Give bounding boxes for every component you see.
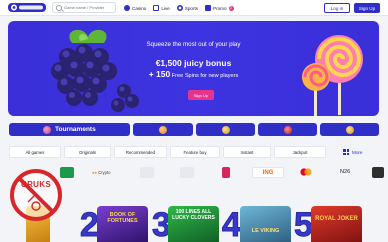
game-title-3: 100 LINES ALL LUCKY CLOVERS	[172, 209, 215, 221]
live-icon	[153, 5, 160, 11]
tournament-tile-1[interactable]	[133, 123, 193, 136]
tournaments-label: Tournaments	[55, 126, 96, 133]
site-logo[interactable]	[8, 2, 46, 13]
game-title-5: ROYAL JOKER	[315, 216, 358, 222]
more-label: More	[352, 149, 363, 155]
tab-instant[interactable]: Instant	[223, 146, 271, 158]
tab-feature-buy[interactable]: Feature buy	[170, 146, 220, 158]
tournament-tile-2[interactable]	[196, 123, 255, 136]
nav-promo-label: Promo	[213, 5, 227, 11]
nav-live[interactable]: Live	[153, 5, 170, 11]
crypto-logo: ●● Crypto	[92, 166, 110, 178]
sports-icon	[176, 5, 183, 11]
casino-icon	[124, 5, 130, 11]
mastercard-logo	[300, 166, 312, 178]
promo-icon	[205, 5, 212, 11]
hero-signup-button[interactable]: Sign Up	[188, 90, 214, 100]
search-input[interactable]	[64, 5, 116, 10]
nav-casino-label: Casino	[132, 5, 147, 11]
game-tile-2[interactable]: BOOK OF FORTUNES	[97, 206, 148, 242]
tab-recommended[interactable]: Recommended	[114, 146, 167, 158]
hero-spins-text: Free Spins for new players	[170, 73, 239, 79]
search-box[interactable]	[52, 2, 116, 13]
orange-promo-icon	[159, 125, 167, 134]
logo-mark	[8, 3, 46, 12]
mastercard-icon	[300, 168, 312, 176]
hero-bonus: €1,500 juicy bonus	[155, 58, 232, 68]
hero-spins-count: + 150	[148, 69, 171, 79]
top-bar: Casino Live Sports Promo 2 Log in Sign U…	[0, 0, 388, 16]
nav-casino[interactable]: Casino	[124, 5, 146, 11]
game-tile-3[interactable]: 100 LINES ALL LUCKY CLOVERS	[168, 206, 219, 242]
game-title-4: LE VIKING	[251, 228, 280, 234]
gold-promo-icon	[345, 125, 354, 134]
ing-logo: ING	[252, 167, 284, 178]
cruks-label: CRUKS	[21, 180, 51, 189]
nav-promo[interactable]: Promo 2	[205, 5, 234, 11]
promo-count-badge: 2	[228, 5, 234, 11]
n26-label: N26	[340, 169, 351, 175]
crypto-label: Crypto	[98, 169, 111, 175]
nav-sports[interactable]: Sports	[176, 5, 199, 11]
tournament-tile-4[interactable]	[320, 123, 379, 136]
search-icon	[56, 4, 62, 11]
game-title-2: BOOK OF FORTUNES	[107, 212, 138, 225]
ideal-logo	[222, 167, 230, 178]
pay-logo-4	[180, 167, 194, 178]
red-promo-icon	[283, 125, 292, 134]
n26-logo: N26	[340, 166, 350, 178]
login-button[interactable]: Log in	[324, 3, 350, 13]
pay-logo-last	[372, 167, 384, 178]
tournament-icon	[43, 125, 51, 134]
hero-title: Squeeze the most out of your play	[146, 41, 241, 48]
tab-jackpot[interactable]: Jackpot	[274, 146, 326, 158]
tournament-tile-3[interactable]	[258, 123, 317, 136]
pay-logo-3	[140, 167, 154, 178]
hero-banner[interactable]: Squeeze the most out of your play €1,500…	[8, 21, 379, 116]
tab-originals[interactable]: Originals	[64, 146, 111, 158]
ing-label: ING	[262, 169, 274, 176]
more-categories-button[interactable]: More	[343, 146, 362, 158]
grid-icon	[343, 149, 349, 155]
game-tile-4[interactable]: LE VIKING	[240, 206, 291, 242]
game-rank-4: 4	[222, 206, 242, 242]
game-tile-5[interactable]: ROYAL JOKER	[311, 206, 362, 242]
nav-sports-label: Sports	[184, 5, 199, 11]
hero-spins: + 150 Free Spins for new players	[8, 69, 379, 79]
character-promo-icon	[221, 125, 230, 134]
main-nav: Casino Live Sports Promo 2	[124, 3, 234, 13]
nav-live-label: Live	[161, 5, 170, 11]
signup-button[interactable]: Sign Up	[354, 3, 380, 13]
crypto-coins-icon: ●●	[92, 169, 98, 175]
tab-all-games[interactable]: All games	[9, 146, 61, 158]
tournaments-button[interactable]: Tournaments	[9, 123, 130, 136]
no-entry-icon	[10, 169, 62, 221]
cruks-badge[interactable]: CRUKS	[9, 168, 63, 222]
